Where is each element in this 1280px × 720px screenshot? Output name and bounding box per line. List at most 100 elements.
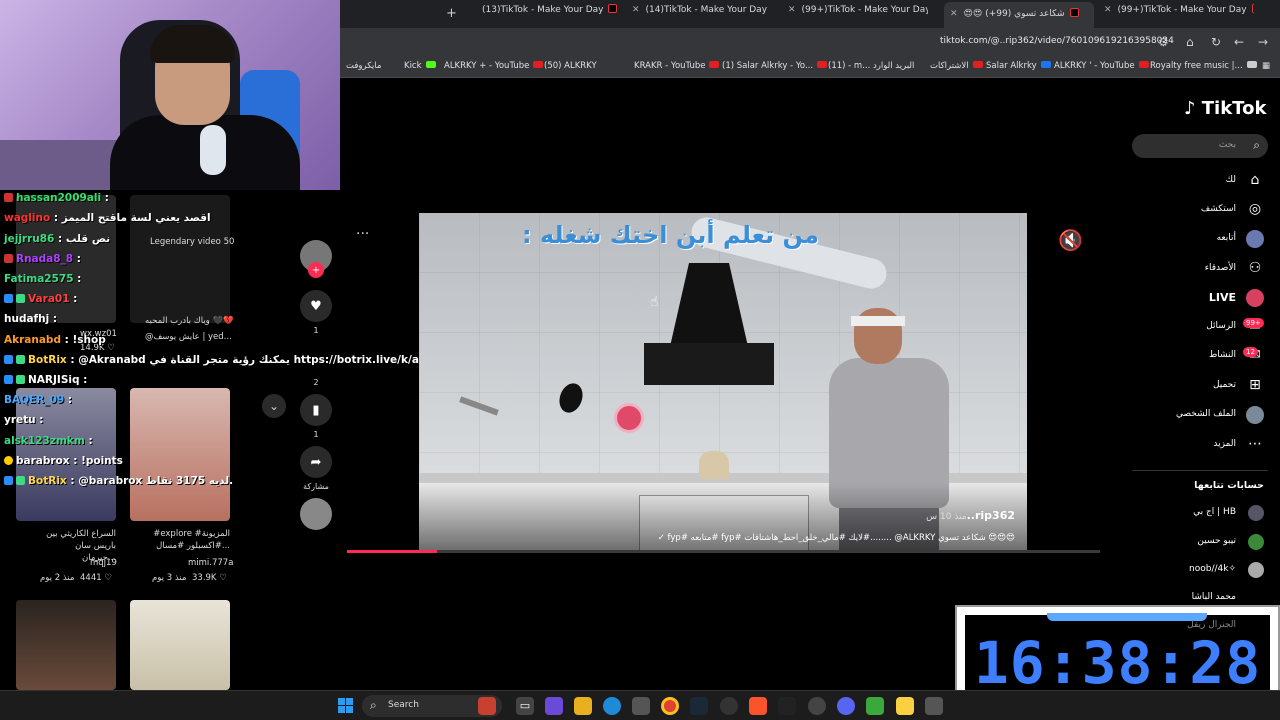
nav-explore[interactable]: استكشف bbox=[1201, 204, 1236, 214]
avatar[interactable] bbox=[1248, 562, 1264, 578]
brave-icon[interactable] bbox=[749, 697, 767, 715]
following-account[interactable]: الجنرال ريفل bbox=[1187, 620, 1236, 630]
site-settings-icon[interactable]: ⚙ bbox=[1158, 35, 1169, 49]
minecraft-icon[interactable] bbox=[866, 697, 884, 715]
new-tab-button[interactable]: + bbox=[446, 6, 457, 21]
bookmark[interactable]: KRAKR - YouTube bbox=[634, 61, 720, 71]
video-thumbnail[interactable] bbox=[130, 600, 230, 690]
save-count: 1 bbox=[313, 430, 319, 439]
discord-icon[interactable] bbox=[837, 697, 855, 715]
more-options-icon[interactable]: ··· bbox=[356, 226, 369, 242]
following-account[interactable]: محمد الباشا bbox=[1192, 592, 1236, 602]
following-account[interactable]: اج بي | HB bbox=[1193, 507, 1236, 517]
follow-plus-icon[interactable]: + bbox=[308, 262, 324, 278]
nav-upload[interactable]: تحميل bbox=[1213, 380, 1236, 390]
home-icon[interactable]: ⌂ bbox=[1186, 35, 1194, 49]
reload-icon[interactable]: ↻ bbox=[1211, 35, 1221, 49]
video-author[interactable]: rip362..منذ 10 س bbox=[920, 509, 1015, 522]
streamer-hair bbox=[150, 25, 235, 63]
settings-icon[interactable] bbox=[925, 697, 943, 715]
bookmark-label: (1) Salar Alkrky - Yo... bbox=[722, 61, 814, 71]
chat-text: !points bbox=[81, 455, 123, 467]
bookmark-label: Kick bbox=[404, 61, 422, 71]
avatar[interactable] bbox=[1248, 505, 1264, 521]
like-button[interactable]: ♥ bbox=[300, 290, 332, 322]
chat-message: Rnada8_8 : bbox=[4, 253, 81, 265]
nav-friends[interactable]: الأصدقاء bbox=[1205, 263, 1236, 273]
bookmark[interactable]: (11) - m... البريد الوارد bbox=[828, 61, 914, 71]
badge-icon bbox=[4, 456, 13, 465]
close-icon[interactable]: ✕ bbox=[1104, 5, 1112, 15]
following-account[interactable]: noob//4k✧ bbox=[1189, 564, 1236, 574]
bookmark[interactable]: ALKRKY ' - YouTube bbox=[1054, 61, 1149, 71]
share-icon: ➦ bbox=[310, 454, 322, 470]
bookmark[interactable]: Royalty free music |... bbox=[1150, 61, 1257, 71]
bookmark[interactable]: (1) Salar Alkrky - Yo... bbox=[722, 61, 828, 71]
forward-icon[interactable]: → bbox=[1258, 35, 1268, 49]
music-icon bbox=[1246, 61, 1257, 68]
url-field[interactable]: tiktok.com/@..rip362/video/7601096192163… bbox=[940, 36, 1174, 46]
activity-badge: 12 bbox=[1243, 347, 1258, 357]
obs-icon[interactable] bbox=[720, 697, 738, 715]
windows-start-icon[interactable] bbox=[338, 698, 353, 713]
badge-icon bbox=[4, 294, 13, 303]
bookmark[interactable]: Kick bbox=[404, 61, 436, 71]
steam-icon[interactable] bbox=[690, 697, 708, 715]
mute-icon[interactable]: 🔇 bbox=[1058, 228, 1083, 252]
chat-message: Akranabd : !shop bbox=[4, 334, 106, 346]
chat-message: hassan2009ali : bbox=[4, 192, 109, 204]
edge-icon[interactable] bbox=[603, 697, 621, 715]
nav-profile[interactable]: الملف الشخصي bbox=[1176, 409, 1236, 419]
video-player[interactable]: من تعلم أبن اختك شغله : rip362..منذ 10 س… bbox=[419, 213, 1027, 553]
back-icon[interactable]: ← bbox=[1234, 35, 1244, 49]
browser-tab[interactable]: ✕ (99+)TikTok - Make Your Day bbox=[1104, 4, 1254, 24]
avatar-icon bbox=[1246, 230, 1264, 248]
taskbar-app-icon[interactable] bbox=[478, 697, 496, 715]
bookmarks-menu-icon[interactable]: ▦ bbox=[1262, 61, 1270, 71]
chrome-icon[interactable] bbox=[661, 697, 679, 715]
bookmark[interactable]: مايكروفت bbox=[346, 61, 381, 71]
bookmark-label: الاشتراكات bbox=[930, 61, 969, 71]
copilot-icon[interactable] bbox=[545, 697, 563, 715]
bookmark[interactable]: Salar Alkrky bbox=[986, 61, 1051, 71]
bookmark[interactable]: ALKRKY + - YouTube bbox=[444, 61, 544, 71]
kick-icon bbox=[425, 61, 436, 68]
friends-icon: ⚇ bbox=[1248, 260, 1262, 276]
close-icon[interactable]: ✕ bbox=[950, 9, 958, 19]
nav-live[interactable]: LIVE bbox=[1209, 291, 1236, 304]
browser-tab[interactable]: ✕ (14)TikTok - Make Your Day bbox=[632, 4, 772, 24]
chat-text: اقصد يعني لسة ماقتح الميمز bbox=[61, 212, 211, 224]
browser-tab[interactable]: ✕ (99+)TikTok - Make Your Day bbox=[788, 4, 928, 24]
nav-following[interactable]: أتابعه bbox=[1217, 233, 1236, 243]
avatar[interactable] bbox=[1248, 534, 1264, 550]
file-explorer-icon[interactable] bbox=[574, 697, 592, 715]
bookmark-label: مايكروفت bbox=[346, 61, 382, 71]
video-caption: من تعلم أبن اختك شغله : bbox=[521, 221, 819, 249]
browser-tab-active[interactable]: ✕ 😍😍 شكاعد تسوي (99+) bbox=[944, 2, 1094, 28]
share-button[interactable]: ➦ bbox=[300, 446, 332, 478]
nav-for-you[interactable]: لك bbox=[1226, 175, 1236, 185]
notes-icon[interactable] bbox=[896, 697, 914, 715]
bookmark[interactable]: الاشتراكات bbox=[930, 61, 983, 71]
video-thumbnail[interactable] bbox=[16, 600, 116, 690]
video-progress[interactable] bbox=[347, 550, 1100, 553]
search-input[interactable]: بحث ⌕ bbox=[1132, 134, 1268, 158]
chevron-down-icon[interactable]: ⌄ bbox=[262, 394, 286, 418]
close-icon[interactable]: ✕ bbox=[788, 5, 796, 15]
following-account[interactable]: تيبو حسين bbox=[1197, 536, 1236, 546]
nav-activity[interactable]: النشاط bbox=[1209, 350, 1236, 360]
close-icon[interactable]: ✕ bbox=[632, 5, 640, 15]
chat-message: hudafhj : bbox=[4, 313, 58, 325]
card-likes: 33.9K ♡ bbox=[192, 573, 227, 583]
nav-messages[interactable]: الرسائل bbox=[1206, 321, 1236, 331]
nav-more[interactable]: المزيد bbox=[1213, 439, 1236, 449]
task-view-icon[interactable]: ▭ bbox=[516, 697, 534, 715]
save-button[interactable]: ▮ bbox=[300, 394, 332, 426]
tiktok-logo[interactable]: ♪ TikTok bbox=[1184, 98, 1266, 119]
browser-tab[interactable]: (13)TikTok - Make Your Day bbox=[482, 4, 622, 24]
bookmark[interactable]: (50) ALKRKY bbox=[544, 61, 597, 71]
taskbar-app-icon[interactable] bbox=[808, 697, 826, 715]
capcut-icon[interactable] bbox=[778, 697, 796, 715]
store-icon[interactable] bbox=[632, 697, 650, 715]
sound-avatar[interactable] bbox=[300, 498, 332, 530]
